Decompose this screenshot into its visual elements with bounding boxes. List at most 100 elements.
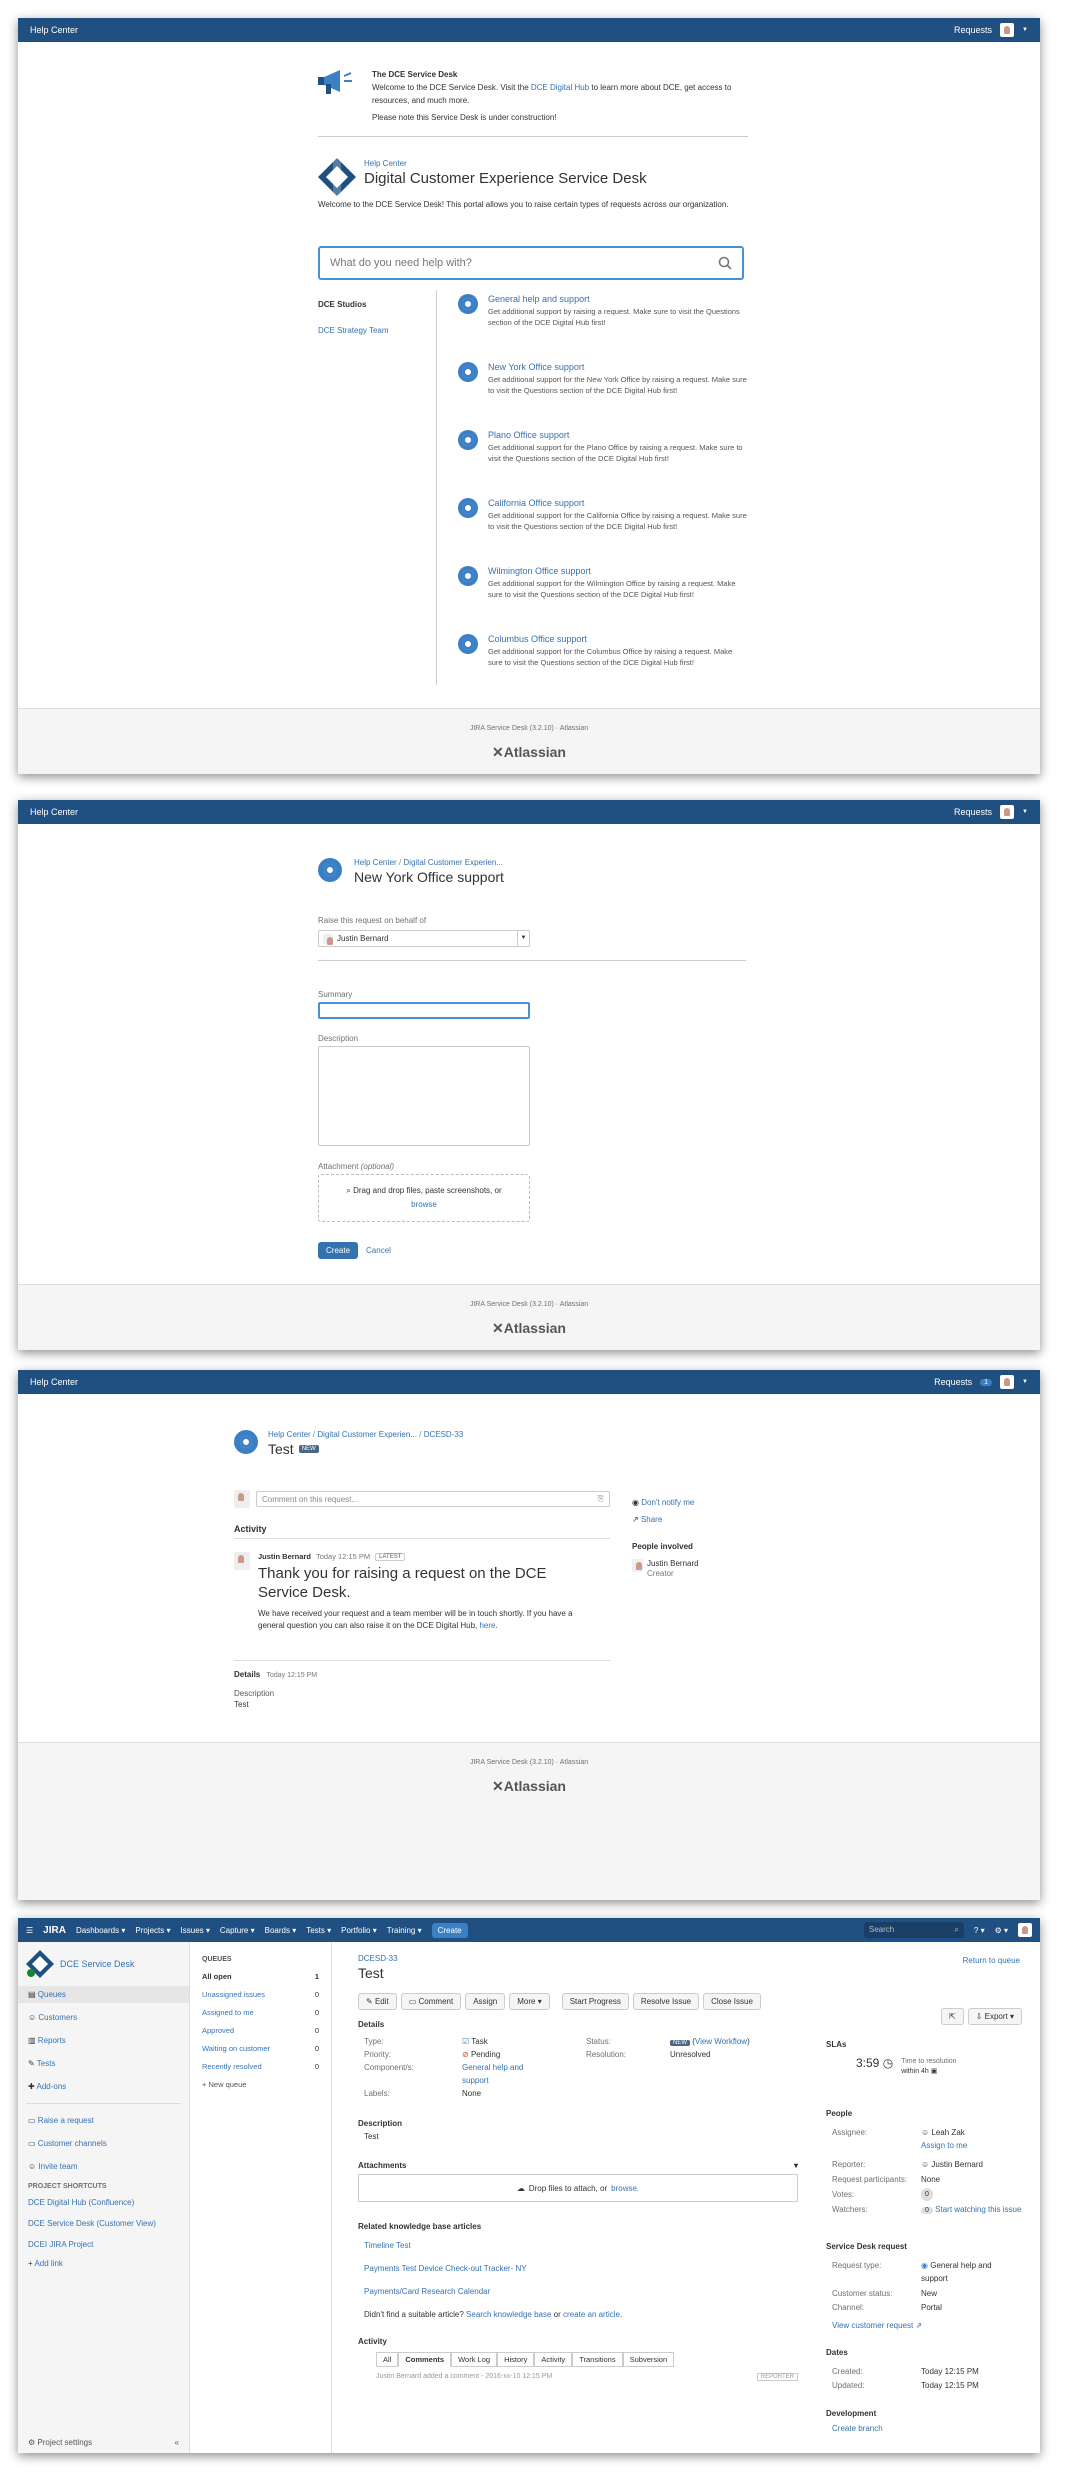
request-type-name[interactable]: Plano Office support xyxy=(488,430,569,440)
view-workflow-link[interactable]: View Workflow xyxy=(695,2037,747,2046)
footer-vendor[interactable]: Atlassian xyxy=(560,1301,588,1308)
view-customer-request-link[interactable]: View customer request ⇗ xyxy=(832,2319,1026,2332)
requests-link[interactable]: Requests xyxy=(934,1377,972,1387)
atlassian-logo[interactable]: ✕Atlassian xyxy=(18,1778,1040,1795)
jira-logo[interactable]: JIRA xyxy=(43,1925,66,1936)
footer-vendor[interactable]: Atlassian xyxy=(560,1759,588,1766)
search-icon[interactable] xyxy=(718,256,732,270)
breadcrumb-help-center[interactable]: Help Center xyxy=(364,159,407,168)
help-center-link[interactable]: Help Center xyxy=(30,25,78,35)
browse-link[interactable]: browse xyxy=(411,1200,437,1209)
sidebar-item-addons[interactable]: ✚ Add-ons xyxy=(18,2078,189,2095)
more-button[interactable]: More ▾ xyxy=(509,1993,550,2010)
tab-work-log[interactable]: Work Log xyxy=(451,2352,498,2367)
notify-toggle[interactable]: ◉ Don't notify me xyxy=(632,1494,699,1511)
cancel-link[interactable]: Cancel xyxy=(366,1246,391,1255)
help-icon[interactable]: ? ▾ xyxy=(974,1926,985,1935)
request-type[interactable]: New York Office support Get additional su… xyxy=(458,362,748,430)
help-center-link[interactable]: Help Center xyxy=(30,1377,78,1387)
chevron-down-icon[interactable]: ▾ xyxy=(794,2161,798,2170)
votes-count[interactable]: 0 xyxy=(921,2188,933,2201)
footer-version[interactable]: JIRA Service Desk (3.2.10) xyxy=(470,1301,554,1308)
avatar[interactable] xyxy=(1000,1375,1015,1389)
shortcut-link[interactable]: DCEI JIRA Project xyxy=(18,2236,189,2253)
sidebar-item-channels[interactable]: ▭ Customer channels xyxy=(18,2135,189,2152)
close-issue-button[interactable]: Close Issue xyxy=(703,1993,761,2010)
resolve-issue-button[interactable]: Resolve Issue xyxy=(632,1993,700,2010)
project-name[interactable]: DCE Service Desk xyxy=(60,1959,135,1969)
tab-transitions[interactable]: Transitions xyxy=(572,2352,623,2367)
nav-dashboards[interactable]: Dashboards ▾ xyxy=(76,1926,125,1935)
request-type-name[interactable]: Wilmington Office support xyxy=(488,566,591,576)
kb-article-link[interactable]: Payments/Card Research Calendar xyxy=(364,2287,798,2296)
request-type-name[interactable]: Columbus Office support xyxy=(488,634,587,644)
atlassian-logo[interactable]: ✕Atlassian xyxy=(18,1320,1040,1337)
request-type-name[interactable]: General help and support xyxy=(488,294,590,304)
request-type-name[interactable]: California Office support xyxy=(488,498,584,508)
avatar[interactable] xyxy=(1000,23,1015,37)
tab-all[interactable]: All xyxy=(376,2352,399,2367)
avatar[interactable] xyxy=(1000,805,1015,819)
issue-key[interactable]: DCESD-33 xyxy=(358,1954,398,1963)
project-settings[interactable]: ⚙ Project settings « xyxy=(28,2438,179,2447)
footer-version[interactable]: JIRA Service Desk (3.2.10) xyxy=(470,1759,554,1766)
browse-link[interactable]: browse. xyxy=(611,2184,639,2193)
return-to-queue-link[interactable]: Return to queue xyxy=(963,1956,1020,1965)
request-type[interactable]: Plano Office support Get additional suppo… xyxy=(458,430,748,498)
search-input[interactable]: Search ⌕ xyxy=(863,1922,964,1938)
sidebar-item-reports[interactable]: ▥ Reports xyxy=(18,2032,189,2049)
summary-input[interactable] xyxy=(318,1002,530,1019)
digital-hub-link[interactable]: DCE Digital Hub xyxy=(531,83,589,92)
kb-create-link[interactable]: create an article xyxy=(563,2310,620,2319)
search-input[interactable]: What do you need help with? xyxy=(318,246,744,280)
sidebar-item-tests[interactable]: ✎ Tests xyxy=(18,2055,189,2072)
nav-capture[interactable]: Capture ▾ xyxy=(220,1926,255,1935)
create-button[interactable]: Create xyxy=(318,1242,359,1259)
start-progress-button[interactable]: Start Progress xyxy=(561,1993,629,2010)
requests-link[interactable]: Requests xyxy=(954,25,992,35)
new-queue-button[interactable]: + New queue xyxy=(202,2080,319,2089)
help-center-link[interactable]: Help Center xyxy=(30,807,78,817)
add-link-button[interactable]: + Add link xyxy=(18,2253,189,2274)
paperclip-icon[interactable]: ⎘ xyxy=(598,1494,604,1504)
breadcrumb-help-center[interactable]: Help Center xyxy=(268,1430,311,1439)
attachment-dropzone[interactable]: ⌕ Drag and drop files, paste screenshots… xyxy=(318,1174,530,1222)
notify-link[interactable]: Don't notify me xyxy=(641,1498,694,1507)
breadcrumb-issue[interactable]: DCESD-33 xyxy=(424,1430,464,1439)
nav-portfolio[interactable]: Portfolio ▾ xyxy=(341,1926,377,1935)
avatar[interactable] xyxy=(1018,1923,1032,1937)
kb-article-link[interactable]: Payments Test Device Check-out Tracker- … xyxy=(364,2264,798,2273)
create-button[interactable]: Create xyxy=(431,1922,468,1938)
request-type[interactable]: Columbus Office support Get additional su… xyxy=(458,634,748,702)
kb-article-link[interactable]: Timeline Test xyxy=(364,2241,798,2250)
project-header[interactable]: DCE Service Desk xyxy=(18,1942,189,1986)
collapse-icon[interactable]: « xyxy=(175,2438,179,2447)
sidebar-item-raise-request[interactable]: ▭ Raise a request xyxy=(18,2112,189,2129)
attachment-dropzone[interactable]: ☁ Drop files to attach, or browse. xyxy=(358,2174,798,2202)
behalf-select[interactable]: Justin Bernard ▼ xyxy=(318,930,530,947)
components-value[interactable]: General help and support xyxy=(462,2061,542,2087)
shortcut-link[interactable]: DCE Digital Hub (Confluence) xyxy=(18,2194,189,2211)
sidebar-item-customers[interactable]: ☺ Customers xyxy=(18,2009,189,2026)
tab-history[interactable]: History xyxy=(497,2352,535,2367)
request-type[interactable]: California Office support Get additional … xyxy=(458,498,748,566)
nav-boards[interactable]: Boards ▾ xyxy=(265,1926,297,1935)
nav-training[interactable]: Training ▾ xyxy=(387,1926,422,1935)
chevron-down-icon[interactable]: ▼ xyxy=(1022,1379,1028,1385)
chevron-down-icon[interactable]: ▼ xyxy=(517,931,529,946)
breadcrumb-help-center[interactable]: Help Center xyxy=(354,858,397,867)
breadcrumb-portal[interactable]: Digital Customer Experien... xyxy=(403,858,503,867)
menu-icon[interactable]: ☰ xyxy=(26,1926,33,1935)
tab-activity[interactable]: Activity xyxy=(534,2352,573,2367)
tab-comments[interactable]: Comments xyxy=(398,2352,452,2367)
nav-issues[interactable]: Issues ▾ xyxy=(181,1926,210,1935)
nav-projects[interactable]: Projects ▾ xyxy=(135,1926,170,1935)
queue-item[interactable]: Assigned to me 0 xyxy=(202,2005,319,2020)
breadcrumb-portal[interactable]: Digital Customer Experien... xyxy=(317,1430,417,1439)
gear-icon[interactable]: ⚙ ▾ xyxy=(995,1926,1008,1935)
requests-link[interactable]: Requests xyxy=(954,807,992,817)
digital-hub-link[interactable]: here xyxy=(479,1621,495,1630)
request-type-name[interactable]: New York Office support xyxy=(488,362,584,372)
request-type[interactable]: Wilmington Office support Get additional … xyxy=(458,566,748,634)
footer-vendor[interactable]: Atlassian xyxy=(560,725,588,732)
